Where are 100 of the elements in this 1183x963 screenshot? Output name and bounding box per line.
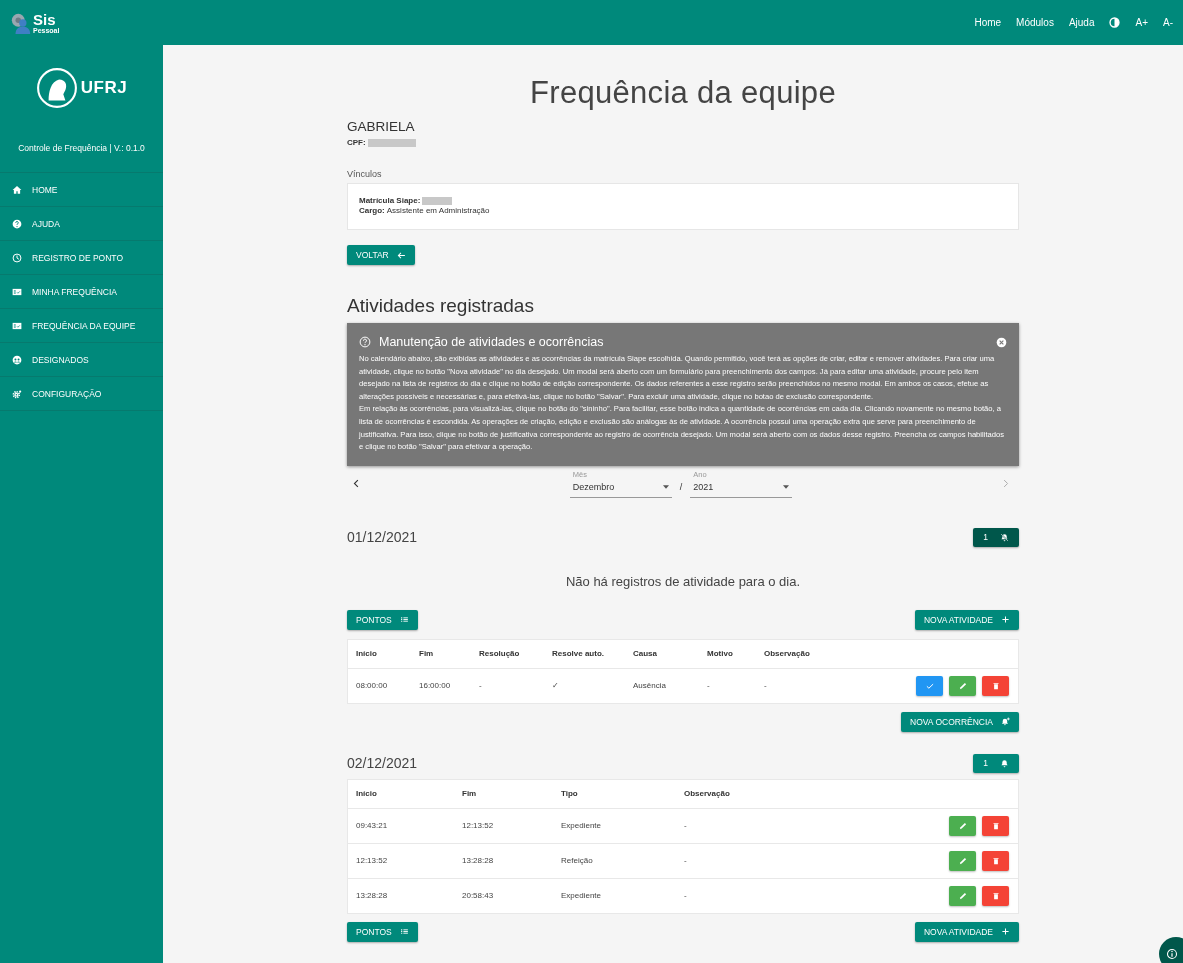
edit-button[interactable] xyxy=(949,885,976,906)
column-header: Início xyxy=(347,779,454,809)
add-activity-button[interactable]: NOVA ATIVIDADE xyxy=(914,921,1019,942)
column-header: Fim xyxy=(411,639,471,669)
add-activity-button[interactable]: NOVA ATIVIDADE xyxy=(914,609,1019,630)
table-cell: Expediente xyxy=(553,878,676,914)
column-header: Fim xyxy=(454,779,553,809)
list-icon xyxy=(399,615,409,625)
field-label: Cargo: xyxy=(359,206,385,215)
pencil-icon xyxy=(957,855,968,866)
org-name: UFRJ xyxy=(80,78,128,98)
bell-off-icon xyxy=(1000,532,1009,542)
emblem-icon xyxy=(35,67,78,109)
nav-link[interactable]: Ajuda xyxy=(1068,17,1095,28)
font-size-button[interactable]: A+ xyxy=(1135,17,1148,28)
app-version: Controle de Frequência | V.: 0.1.0 xyxy=(0,109,163,173)
occurrences-button[interactable]: 1 xyxy=(973,527,1019,547)
column-header: Tipo xyxy=(553,779,676,809)
back-button[interactable]: VOLTAR xyxy=(347,245,415,265)
logo-icon xyxy=(10,11,32,34)
table-cell: 20:58:43 xyxy=(454,878,553,914)
column-header: Observação xyxy=(676,779,817,809)
caret-icon xyxy=(662,484,669,489)
bell-icon xyxy=(1000,758,1009,768)
column-header: Motivo xyxy=(699,639,756,669)
sidebar-item[interactable]: CONFIGURAÇÃO xyxy=(0,377,163,411)
justify-button[interactable] xyxy=(916,675,943,696)
close-icon[interactable] xyxy=(996,336,1007,348)
sidebar-item[interactable]: MINHA FREQUÊNCIA xyxy=(0,275,163,309)
person-name: GABRIELA xyxy=(347,119,416,134)
column-header: Observação xyxy=(756,639,842,669)
page-title: Frequência da equipe xyxy=(529,75,837,111)
delete-button[interactable] xyxy=(982,885,1009,906)
contrast-icon[interactable] xyxy=(1109,17,1121,28)
edit-button[interactable] xyxy=(949,850,976,871)
table-cell: Refeição xyxy=(553,843,676,879)
day-date: 01/12/2021 xyxy=(347,529,418,546)
redaction-bar xyxy=(422,196,453,205)
help-title: Manutenção de atividades e ocorrências xyxy=(379,335,605,349)
table-cell: - xyxy=(676,843,817,879)
pencil-icon xyxy=(957,890,968,901)
nav-link[interactable]: Módulos xyxy=(1016,17,1054,28)
sidebar-item[interactable]: AJUDA xyxy=(0,207,163,241)
table-cell: ✓ xyxy=(544,668,625,704)
pencil-icon xyxy=(957,680,968,691)
section-title: Atividades registradas xyxy=(347,295,535,317)
font-size-button[interactable]: A- xyxy=(1163,17,1173,28)
pencil-icon xyxy=(957,820,968,831)
table-cell: Ausência xyxy=(625,668,699,704)
points-button[interactable]: PONTOS xyxy=(347,609,418,630)
plus-icon xyxy=(1001,927,1010,937)
table-cell: 13:28:28 xyxy=(347,878,454,914)
add-occurrence-button[interactable]: NOVA OCORRÊNCIA xyxy=(901,711,1019,732)
table-cell: Expediente xyxy=(553,808,676,844)
logo-title: Sis xyxy=(33,11,57,27)
table-cell: 16:00:00 xyxy=(411,668,471,704)
table-cell: - xyxy=(699,668,756,704)
delete-button[interactable] xyxy=(982,815,1009,836)
gear-icon xyxy=(12,388,22,399)
nav-link[interactable]: Home xyxy=(974,17,1002,28)
bell-plus-icon xyxy=(1001,717,1010,727)
help-icon xyxy=(359,336,371,348)
redaction-bar xyxy=(367,138,416,147)
table-cell: - xyxy=(676,808,817,844)
table-cell: - xyxy=(676,878,817,914)
table-cell: 12:13:52 xyxy=(454,808,553,844)
checklist-icon xyxy=(12,286,22,297)
column-header: Resolve auto. xyxy=(544,639,625,669)
group-icon xyxy=(12,354,22,365)
clock-icon xyxy=(12,252,22,263)
points-button[interactable]: PONTOS xyxy=(347,921,418,942)
empty-message: Não há registros de atividade para o dia. xyxy=(564,573,802,589)
arrow-left-icon xyxy=(396,250,406,260)
field-label: CPF: xyxy=(347,138,366,147)
table-cell: 09:43:21 xyxy=(347,808,454,844)
delete-button[interactable] xyxy=(982,675,1009,696)
field-label: Matrícula Siape: xyxy=(359,196,421,205)
column-header: Causa xyxy=(625,639,699,669)
sidebar-item[interactable]: HOME xyxy=(0,173,163,207)
checklist-icon xyxy=(12,320,22,331)
info-icon xyxy=(1166,948,1178,960)
delete-button[interactable] xyxy=(982,850,1009,871)
table-cell: - xyxy=(471,668,544,704)
day-date: 02/12/2021 xyxy=(347,755,418,772)
field-value: Assistente em Administração xyxy=(386,206,490,215)
sidebar-item[interactable]: DESIGNADOS xyxy=(0,343,163,377)
section-label: Vínculos xyxy=(347,169,383,179)
table-cell: 12:13:52 xyxy=(347,843,454,879)
edit-button[interactable] xyxy=(949,815,976,836)
table-cell: 08:00:00 xyxy=(347,668,411,704)
column-header: Resolução xyxy=(471,639,544,669)
plus-icon xyxy=(1001,615,1010,625)
home-icon xyxy=(12,184,22,195)
occurrences-button[interactable]: 1 xyxy=(973,753,1019,773)
column-header: Início xyxy=(347,639,411,669)
edit-button[interactable] xyxy=(949,675,976,696)
table-cell: 13:28:28 xyxy=(454,843,553,879)
sidebar-item[interactable]: REGISTRO DE PONTO xyxy=(0,241,163,275)
date-separator: / xyxy=(679,481,683,494)
sidebar-item[interactable]: FREQUÊNCIA DA EQUIPE xyxy=(0,309,163,343)
